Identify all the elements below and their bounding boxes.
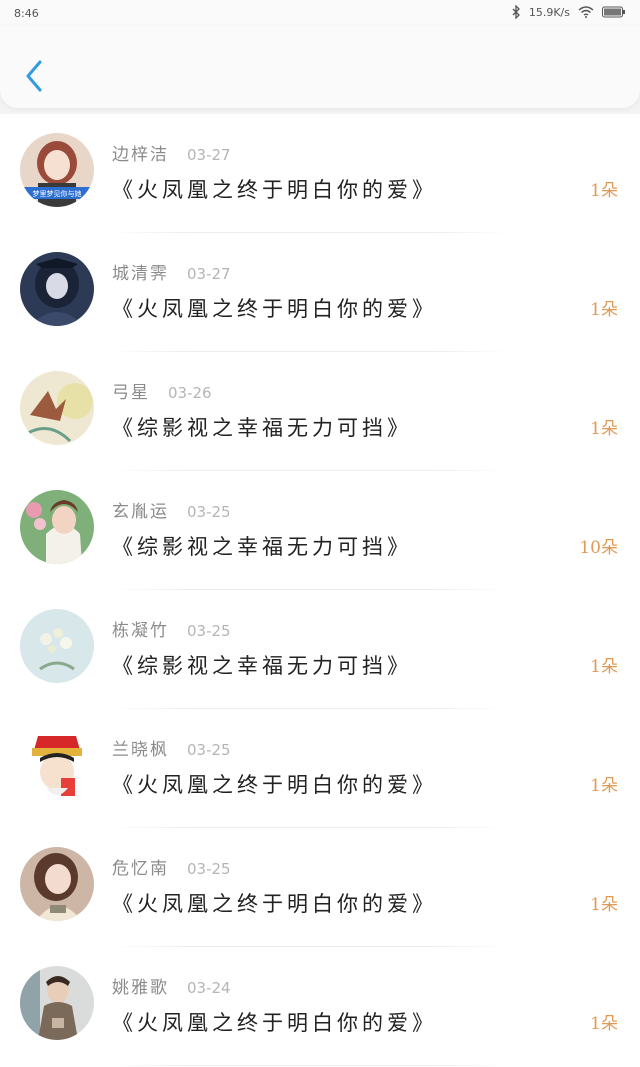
flower-count: 1朵 xyxy=(590,300,618,320)
gift-date: 03-27 xyxy=(187,265,231,283)
book-title: 《综影视之幸福无力可挡》 xyxy=(112,416,412,440)
bluetooth-icon xyxy=(512,5,520,19)
status-time: 8:46 xyxy=(14,7,39,20)
user-name: 玄胤运 xyxy=(112,502,169,522)
status-icons: 15.9K/s xyxy=(511,5,626,19)
flower-count: 1朵 xyxy=(590,657,618,677)
network-speed: 15.9K/s xyxy=(528,5,570,19)
list-item[interactable]: 弓星 03-26 《综影视之幸福无力可挡》 1朵 xyxy=(0,352,640,471)
chevron-left-icon xyxy=(26,60,42,92)
avatar[interactable] xyxy=(20,847,94,921)
gift-date: 03-25 xyxy=(187,503,231,521)
top-nav-bar xyxy=(0,26,640,108)
flower-count: 1朵 xyxy=(590,419,618,439)
svg-text:梦里梦见你与她: 梦里梦见你与她 xyxy=(33,189,82,198)
gift-date: 03-27 xyxy=(187,146,231,164)
user-name: 城清霁 xyxy=(112,264,169,284)
book-title: 《综影视之幸福无力可挡》 xyxy=(112,535,412,559)
flower-count: 1朵 xyxy=(590,776,618,796)
user-name: 兰晓枫 xyxy=(112,740,169,760)
gift-date: 03-25 xyxy=(187,860,231,878)
avatar[interactable]: 梦里梦见你与她 xyxy=(20,133,94,207)
book-title: 《火凤凰之终于明白你的爱》 xyxy=(112,892,437,916)
gift-date: 03-26 xyxy=(168,384,212,402)
list-item[interactable]: 危忆南 03-25 《火凤凰之终于明白你的爱》 1朵 xyxy=(0,828,640,947)
flower-count: 1朵 xyxy=(590,895,618,915)
user-name: 姚雅歌 xyxy=(112,978,169,998)
book-title: 《火凤凰之终于明白你的爱》 xyxy=(112,1011,437,1035)
status-bar: 8:46 15.9K/s xyxy=(0,0,640,26)
list-item[interactable]: 城清霁 03-27 《火凤凰之终于明白你的爱》 1朵 xyxy=(0,233,640,352)
list-item[interactable]: 姚雅歌 03-24 《火凤凰之终于明白你的爱》 1朵 xyxy=(0,947,640,1066)
book-title: 《火凤凰之终于明白你的爱》 xyxy=(112,297,437,321)
gift-date: 03-25 xyxy=(187,622,231,640)
user-name: 边梓洁 xyxy=(112,145,169,165)
user-name: 危忆南 xyxy=(112,859,169,879)
avatar[interactable] xyxy=(20,371,94,445)
back-button[interactable] xyxy=(18,56,50,96)
divider xyxy=(110,1065,510,1066)
avatar[interactable] xyxy=(20,728,94,802)
wifi-icon xyxy=(578,6,594,18)
list-item[interactable]: 玄胤运 03-25 《综影视之幸福无力可挡》 10朵 xyxy=(0,471,640,590)
flower-count: 1朵 xyxy=(590,1014,618,1034)
battery-icon xyxy=(602,6,625,18)
gift-date: 03-24 xyxy=(187,979,231,997)
flower-count: 10朵 xyxy=(579,538,618,558)
book-title: 《火凤凰之终于明白你的爱》 xyxy=(112,178,437,202)
book-title: 《综影视之幸福无力可挡》 xyxy=(112,654,412,678)
gift-list: 梦里梦见你与她 边梓洁 03-27 《火凤凰之终于明白你的爱》 1朵 城清霁 0… xyxy=(0,114,640,1067)
user-name: 弓星 xyxy=(112,383,150,403)
avatar[interactable] xyxy=(20,252,94,326)
list-item[interactable]: 兰晓枫 03-25 《火凤凰之终于明白你的爱》 1朵 xyxy=(0,709,640,828)
avatar[interactable] xyxy=(20,966,94,1040)
list-item[interactable]: 梦里梦见你与她 边梓洁 03-27 《火凤凰之终于明白你的爱》 1朵 xyxy=(0,114,640,233)
list-item[interactable]: 栋凝竹 03-25 《综影视之幸福无力可挡》 1朵 xyxy=(0,590,640,709)
user-name: 栋凝竹 xyxy=(112,621,169,641)
flower-count: 1朵 xyxy=(590,181,618,201)
book-title: 《火凤凰之终于明白你的爱》 xyxy=(112,773,437,797)
avatar[interactable] xyxy=(20,490,94,564)
gift-date: 03-25 xyxy=(187,741,231,759)
avatar[interactable] xyxy=(20,609,94,683)
